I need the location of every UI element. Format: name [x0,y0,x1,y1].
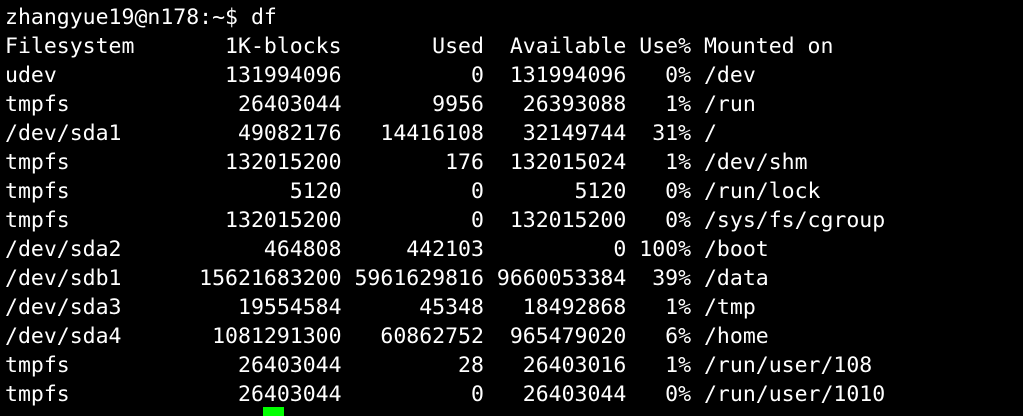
df-row: /dev/sda4 1081291300 60862752 965479020 … [5,324,769,349]
df-row: tmpfs 132015200 0 132015200 0% /sys/fs/c… [5,208,886,233]
df-row: /dev/sda2 464808 442103 0 100% /boot [5,237,769,262]
terminal-window[interactable]: zhangyue19@n178:~$ df Filesystem 1K-bloc… [0,0,1023,416]
df-row: udev 131994096 0 131994096 0% /dev [5,63,756,88]
df-header-row: Filesystem 1K-blocks Used Available Use%… [5,34,834,59]
df-row: /dev/sdb1 15621683200 5961629816 9660053… [5,266,769,291]
df-row: /dev/sda3 19554584 45348 18492868 1% /tm… [5,295,756,320]
df-row: tmpfs 26403044 0 26403044 0% /run/user/1… [5,382,886,407]
df-row: /dev/sda1 49082176 14416108 32149744 31%… [5,121,717,146]
df-row: tmpfs 132015200 176 132015024 1% /dev/sh… [5,150,808,175]
command-prompt: zhangyue19@n178:~$ df [5,5,277,30]
terminal-cursor [263,407,284,416]
df-row: tmpfs 26403044 28 26403016 1% /run/user/… [5,353,873,378]
df-row: tmpfs 5120 0 5120 0% /run/lock [5,179,821,204]
df-row: tmpfs 26403044 9956 26393088 1% /run [5,92,756,117]
